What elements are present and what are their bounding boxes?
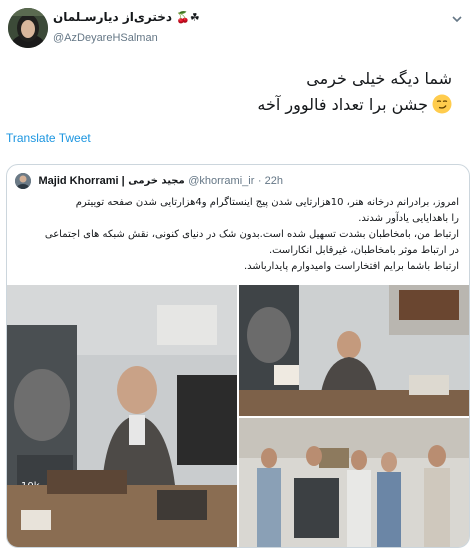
quoted-body-line-5: ارتباط باشما برایم افتخاراست وامیدوارم پ… [244, 261, 459, 272]
smirk-face-icon [432, 94, 452, 114]
quoted-author-name-fa[interactable]: مجید خرمی [128, 176, 184, 187]
author-display-name[interactable]: دختری‌از دیارسـلمان 🍒☘ [53, 10, 213, 24]
photo-top-right[interactable] [239, 285, 469, 416]
chevron-down-icon[interactable] [450, 12, 464, 26]
quoted-body-line-4: در ارتباط موثر بامخاطبان، غیرقابل انکارا… [268, 245, 459, 256]
author-avatar[interactable] [8, 8, 48, 48]
tweet-text: شما دیگه خیلی خرمی جشن برا تعداد فالوور … [92, 66, 452, 118]
quoted-author-avatar[interactable] [15, 173, 31, 189]
author-handle[interactable]: @AzDeyareHSalman [53, 32, 158, 44]
tweet-line-1: شما دیگه خیلی خرمی [306, 69, 452, 88]
photo-bottom-right[interactable] [239, 418, 469, 547]
quoted-author-handle[interactable]: @khorrami_ir [188, 175, 254, 187]
quoted-author-name-en[interactable]: Majid Khorrami | [39, 175, 125, 187]
tweet-line-2: جشن برا تعداد فالوور آخه [92, 92, 452, 118]
quoted-body-line-2: را باهدایایی یادآور شدند. [358, 213, 459, 224]
quoted-body-line-1: امروز، برادرانم درخانه هنر، 10هزارتایی ش… [75, 197, 459, 208]
quoted-tweet-body: امروز، برادرانم درخانه هنر، 10هزارتایی ش… [15, 195, 459, 275]
quoted-tweet-header: Majid Khorrami | مجید خرمی @khorrami_ir … [15, 173, 461, 191]
quoted-tweet-time[interactable]: · 22h [258, 175, 283, 187]
quoted-tweet-card[interactable]: Majid Khorrami | مجید خرمی @khorrami_ir … [6, 164, 470, 548]
tweet-line-2-text: جشن برا تعداد فالوور آخه [257, 95, 428, 114]
quoted-body-line-3: ارتباط من، بامخاطبان بشدت تسهیل شده است.… [44, 229, 459, 240]
photo-main[interactable]: 10k 4k [7, 285, 237, 547]
author-name-emoji: 🍒☘ [176, 11, 200, 24]
author-name-text: دختری‌از دیارسـلمان [53, 10, 173, 24]
translate-tweet-link[interactable]: Translate Tweet [6, 131, 91, 145]
